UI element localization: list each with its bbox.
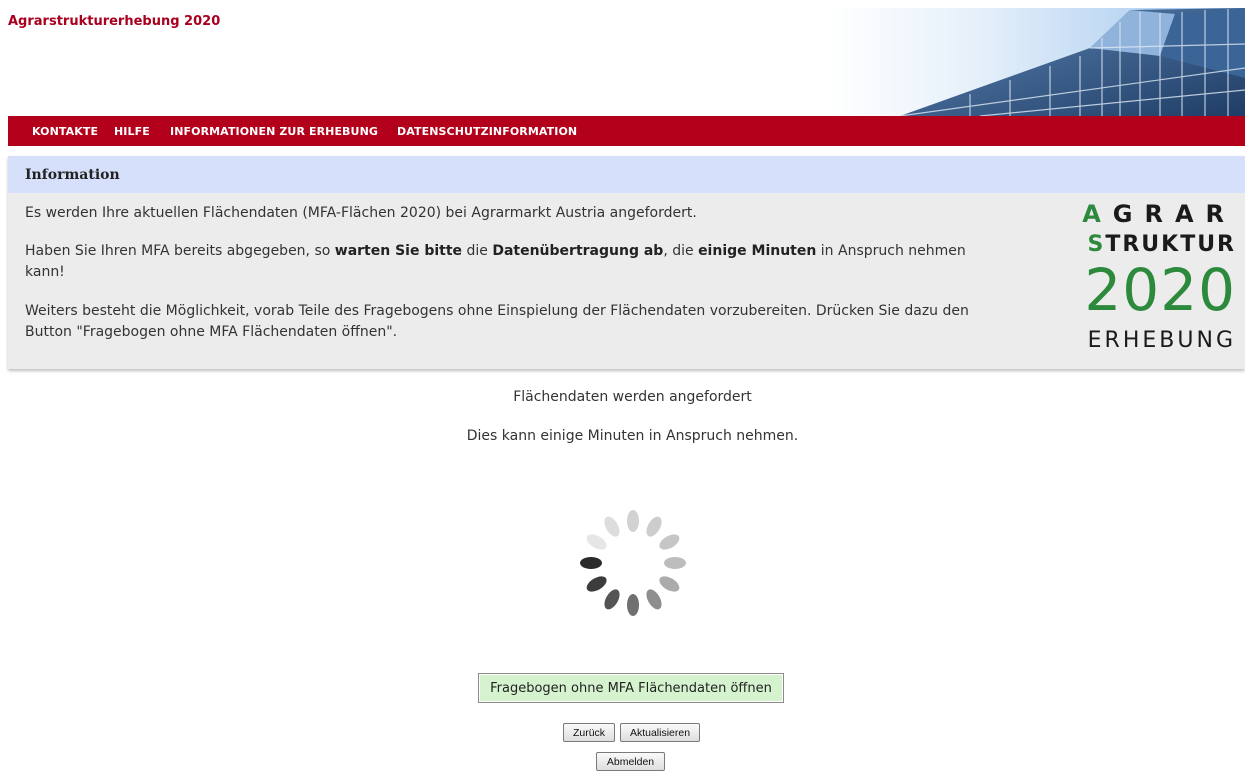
logo-struktur-text: STRUKTUR xyxy=(1087,232,1236,257)
logout-button[interactable]: Abmelden xyxy=(596,752,665,771)
nav-link-kontakte[interactable]: KONTAKTE xyxy=(32,125,98,138)
nav-link-informationen[interactable]: INFORMATIONEN ZUR ERHEBUNG xyxy=(170,125,378,138)
logo-year-text: 2020 xyxy=(1084,256,1236,324)
header-building-image xyxy=(830,8,1245,116)
loading-spinner-icon xyxy=(578,508,688,618)
refresh-button[interactable]: Aktualisieren xyxy=(620,723,700,742)
status-subtext: Dies kann einige Minuten in Anspruch neh… xyxy=(466,428,799,444)
nav-link-hilfe[interactable]: HILFE xyxy=(114,125,150,138)
agrarstruktur-logo: AGRAR STRUKTUR 2020 ERHEBUNG xyxy=(1070,200,1240,360)
open-questionnaire-without-mfa-button[interactable]: Fragebogen ohne MFA Flächendaten öffnen xyxy=(478,673,784,703)
information-panel: Information Es werden Ihre aktuellen Flä… xyxy=(8,156,1245,369)
logo-agrar-text: AGRAR xyxy=(1082,200,1236,228)
status-heading: Flächendaten werden angefordert xyxy=(513,389,752,405)
info-paragraph-2: Haben Sie Ihren MFA bereits abgegeben, s… xyxy=(25,243,966,280)
top-navigation: KONTAKTE HILFE INFORMATIONEN ZUR ERHEBUN… xyxy=(8,116,1245,146)
information-panel-title: Information xyxy=(25,167,120,183)
back-button[interactable]: Zurück xyxy=(563,723,615,742)
nav-link-datenschutz[interactable]: DATENSCHUTZINFORMATION xyxy=(397,125,577,138)
logo-erhebung-text: ERHEBUNG xyxy=(1087,328,1236,353)
info-paragraph-3: Weiters besteht die Möglichkeit, vorab T… xyxy=(25,303,969,340)
information-panel-header: Information xyxy=(8,156,1245,193)
app-title: Agrarstrukturerhebung 2020 xyxy=(8,14,221,29)
info-paragraph-1: Es werden Ihre aktuellen Flächendaten (M… xyxy=(25,205,697,221)
